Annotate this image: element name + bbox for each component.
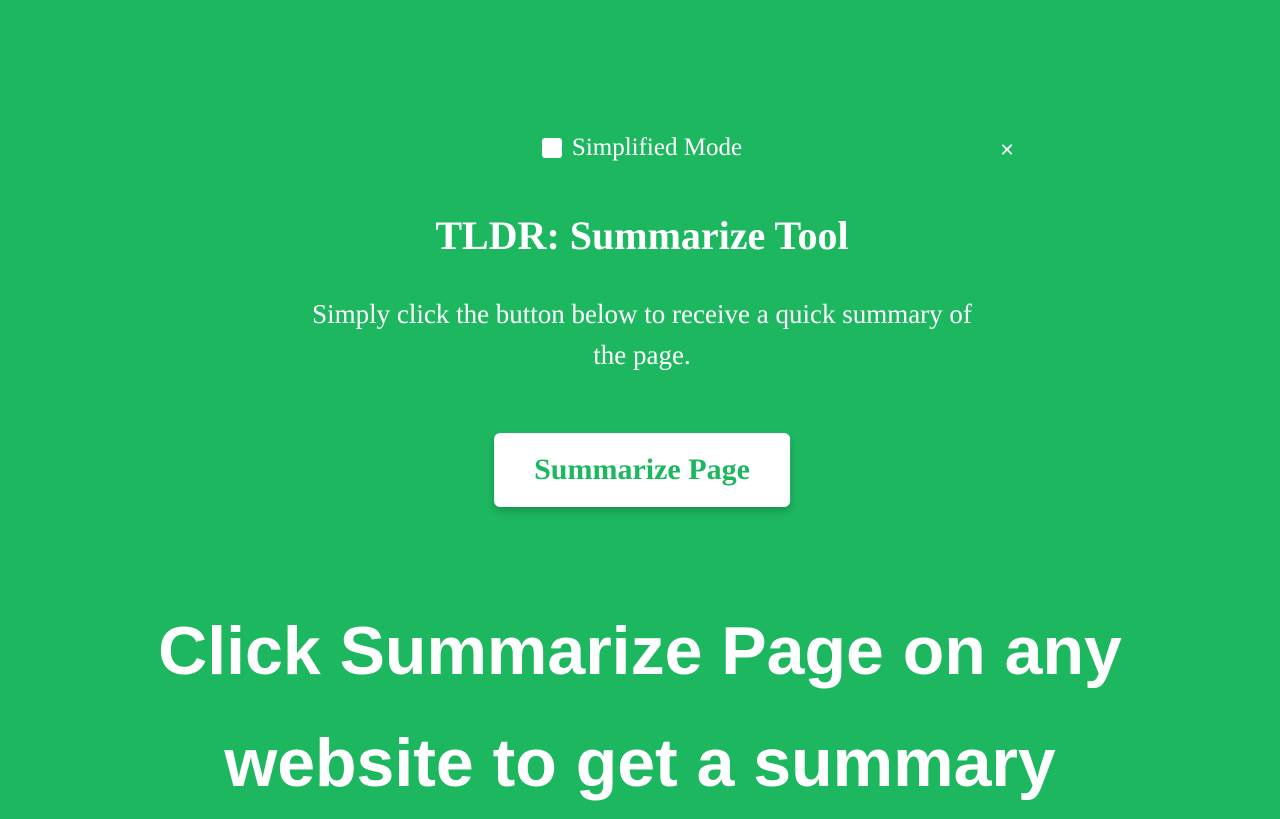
panel-description: Simply click the button below to receive…: [297, 294, 987, 375]
panel-title: TLDR: Summarize Tool: [237, 212, 1047, 259]
simplified-mode-checkbox[interactable]: [542, 138, 562, 158]
simplified-mode-label: Simplified Mode: [572, 134, 742, 162]
mode-row: Simplified Mode: [237, 134, 1047, 162]
summarize-page-button[interactable]: Summarize Page: [494, 433, 790, 507]
promo-caption: Click Summarize Page on any website to g…: [0, 595, 1280, 819]
summarize-panel: ✕ Simplified Mode TLDR: Summarize Tool S…: [237, 97, 1047, 545]
